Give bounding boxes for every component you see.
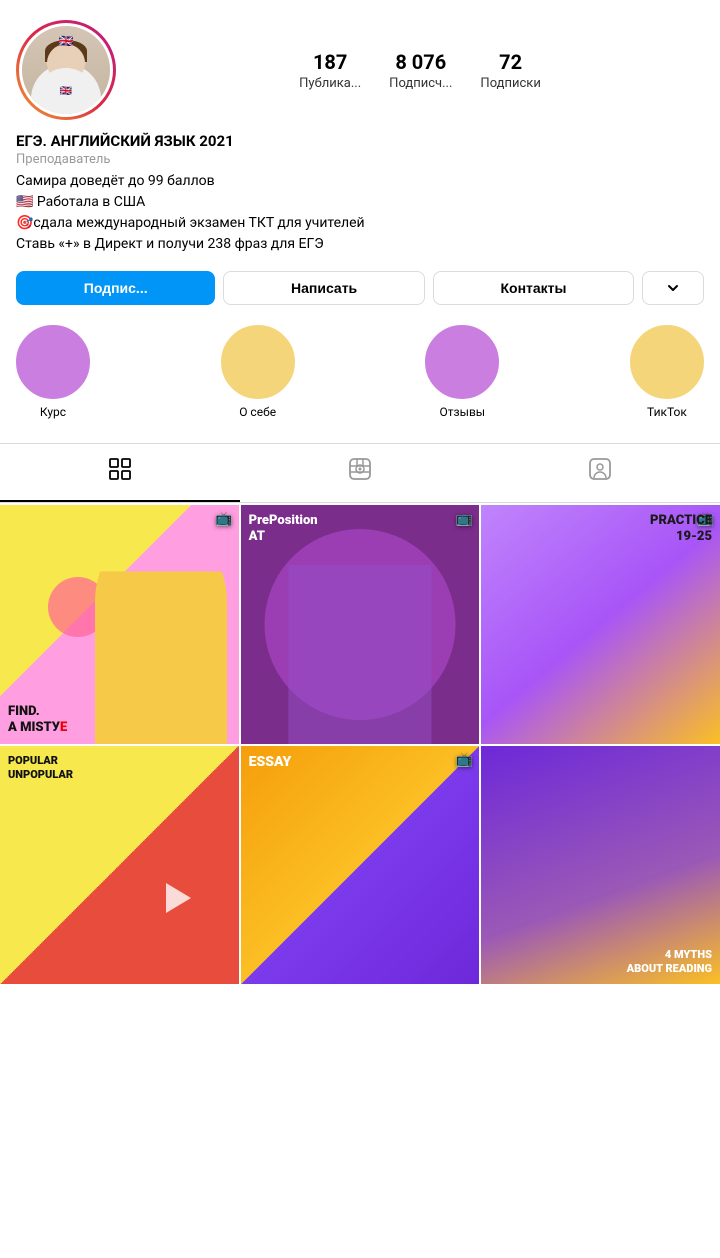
story-label-reviews: Отзывы (440, 405, 486, 419)
stat-posts[interactable]: 187 Публика... (299, 50, 361, 91)
post-find-mistake-inner: FIND.a misтуе 📺 (0, 505, 239, 744)
story-label-tiktok: ТикТок (647, 405, 687, 419)
story-item-reviews[interactable]: Отзывы (425, 325, 499, 419)
reel-icon-2: 📺 (456, 511, 473, 527)
post-myths-inner: 4 MYTHSabout reading (481, 746, 720, 985)
post-preposition[interactable]: PrePositionAT 📺 (241, 505, 480, 744)
story-item-kurs[interactable]: Курс (16, 325, 90, 419)
avatar-ring: 🇬🇧 🇬🇧 (16, 20, 116, 120)
story-circle-about (221, 325, 295, 399)
post-popular-inner: POPULARUNPOPULAR (0, 746, 239, 985)
reels-icon (349, 458, 371, 486)
tab-bar (0, 443, 720, 503)
tab-reels[interactable] (240, 444, 480, 502)
stats-row: 187 Публика... 8 076 Подписч... 72 Подпи… (136, 50, 704, 91)
chevron-down-icon (666, 281, 680, 295)
action-buttons: Подпис... Написать Контакты (0, 271, 720, 325)
post5-text: ESSAY (249, 754, 292, 771)
story-item-about[interactable]: О себе (221, 325, 295, 419)
story-circle-tiktok (630, 325, 704, 399)
reel-icon-1: 📺 (215, 511, 232, 527)
grid-icon (109, 458, 131, 486)
story-item-tiktok[interactable]: ТикТок (630, 325, 704, 419)
post-practice-inner: PRACTICE19-25 📺 (481, 505, 720, 744)
bio-line2: 🇺🇸 Работала в США (16, 192, 704, 213)
post4-text: POPULARUNPOPULAR (8, 754, 73, 783)
stat-following[interactable]: 72 Подписки (480, 50, 540, 91)
post6-text: 4 MYTHSabout reading (627, 948, 712, 977)
bio-line1: Самира доведёт до 99 баллов (16, 171, 704, 192)
post1-text: FIND.a misтуе (8, 704, 67, 735)
tab-grid[interactable] (0, 444, 240, 502)
tab-tagged[interactable] (480, 444, 720, 502)
story-circle-reviews (425, 325, 499, 399)
post-essay[interactable]: ESSAY 📺 (241, 746, 480, 985)
followers-label: Подписч... (389, 76, 452, 91)
reel-icon-5: 📺 (456, 752, 473, 768)
contacts-button[interactable]: Контакты (433, 271, 634, 305)
posts-count: 187 (313, 50, 347, 74)
dropdown-button[interactable] (642, 271, 704, 305)
followers-count: 8 076 (395, 50, 446, 74)
post-preposition-inner: PrePositionAT 📺 (241, 505, 480, 744)
post2-text: PrePositionAT (249, 513, 318, 544)
story-label-about: О себе (239, 405, 276, 419)
bio-section: ЕГЭ. АНГЛИЙСКИЙ ЯЗЫК 2021 Преподаватель … (0, 132, 720, 271)
message-button[interactable]: Написать (223, 271, 424, 305)
subscribe-button[interactable]: Подпис... (16, 271, 215, 305)
avatar: 🇬🇧 🇬🇧 (19, 23, 113, 117)
posts-label: Публика... (299, 76, 361, 91)
profile-header: 🇬🇧 🇬🇧 187 Публика... 8 076 Подписч... 72… (0, 0, 720, 132)
story-label-kurs: Курс (40, 405, 66, 419)
stat-followers[interactable]: 8 076 Подписч... (389, 50, 452, 91)
post-find-mistake[interactable]: FIND.a misтуе 📺 (0, 505, 239, 744)
following-label: Подписки (480, 76, 540, 91)
story-circle-kurs (16, 325, 90, 399)
profile-name: ЕГЭ. АНГЛИЙСКИЙ ЯЗЫК 2021 (16, 132, 704, 150)
posts-grid: FIND.a misтуе 📺 PrePositionAT 📺 PRACTICE… (0, 505, 720, 984)
post-myths[interactable]: 4 MYTHSabout reading (481, 746, 720, 985)
tagged-icon (589, 458, 611, 486)
post-practice[interactable]: PRACTICE19-25 📺 (481, 505, 720, 744)
post3-text: PRACTICE19-25 (650, 513, 712, 544)
post-essay-inner: ESSAY 📺 (241, 746, 480, 985)
profile-bio: Самира доведёт до 99 баллов 🇺🇸 Работала … (16, 171, 704, 255)
bio-line3: 🎯сдала международный экзамен ТКТ для учи… (16, 213, 704, 234)
post-popular[interactable]: POPULARUNPOPULAR (0, 746, 239, 985)
stories-section: Курс О себе Отзывы ТикТок (0, 325, 720, 443)
bio-line4: Ставь «+» в Директ и получи 238 фраз для… (16, 234, 704, 255)
profile-category: Преподаватель (16, 152, 704, 167)
avatar-image: 🇬🇧 🇬🇧 (22, 26, 110, 114)
following-count: 72 (499, 50, 522, 74)
